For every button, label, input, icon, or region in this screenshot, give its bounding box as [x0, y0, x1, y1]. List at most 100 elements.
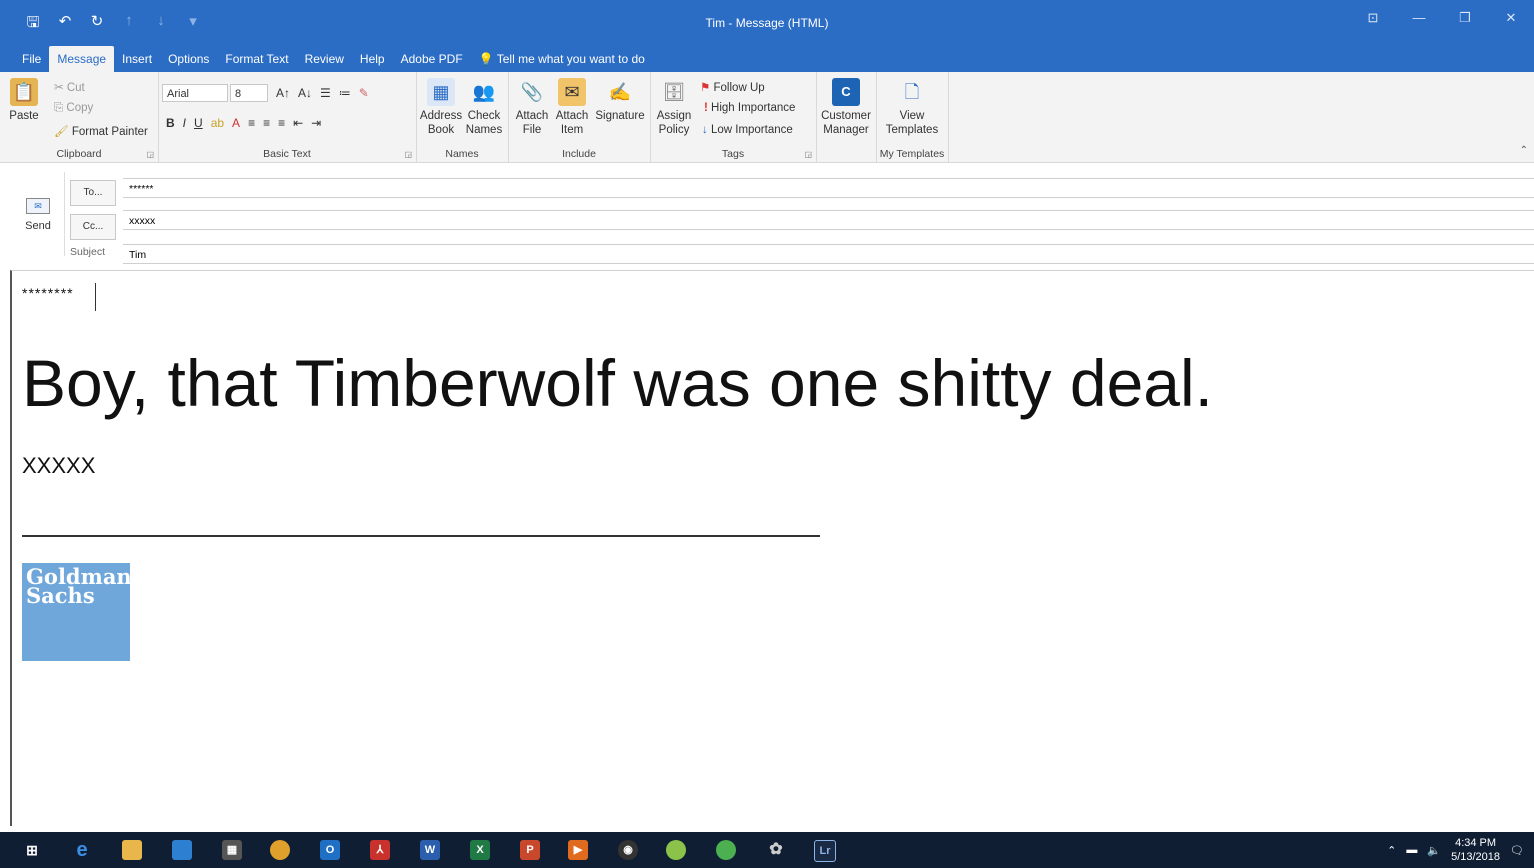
paste-label: Paste [9, 110, 39, 122]
green-app-icon[interactable] [666, 840, 686, 860]
check-names-button[interactable]: 👥 Check Names [464, 78, 504, 137]
to-field[interactable]: ****** [123, 178, 1534, 198]
send-button[interactable]: ✉ Send [12, 172, 65, 256]
clock[interactable]: 4:34 PM 5/13/2018 [1451, 836, 1500, 864]
clock-date: 5/13/2018 [1451, 851, 1501, 863]
media-player-icon[interactable]: ▶ [568, 840, 588, 860]
store-icon[interactable] [172, 840, 192, 860]
low-importance-button[interactable]: ↓ Low Importance [702, 124, 793, 136]
edge-browser-icon[interactable]: e [72, 840, 92, 860]
tab-options[interactable]: Options [160, 46, 217, 72]
cut-button[interactable]: ✂ Cut [54, 80, 85, 94]
group-include: 📎 Attach File ✉ Attach Item ✍ Signature … [508, 72, 651, 162]
green-circle-app-icon[interactable] [716, 840, 736, 860]
tab-adobe-pdf[interactable]: Adobe PDF [393, 46, 471, 72]
decrease-indent-icon[interactable]: ⇤ [293, 116, 303, 130]
send-envelope-icon: ✉ [26, 198, 50, 214]
customer-manager-label-1: Customer [821, 110, 871, 122]
acrobat-icon[interactable]: ⅄ [370, 840, 390, 860]
chrome-icon[interactable] [270, 840, 290, 860]
shrink-font-icon[interactable]: A↓ [298, 86, 312, 100]
basic-text-launcher-icon[interactable]: ◲ [404, 150, 412, 159]
cc-field[interactable]: xxxxx [123, 210, 1534, 230]
check-names-label-1: Check [467, 110, 501, 122]
font-color-icon[interactable]: A [232, 116, 240, 130]
view-templates-button[interactable]: 🗋 View Templates [882, 78, 942, 137]
highlight-icon[interactable]: ab [211, 116, 224, 130]
lightroom-icon[interactable]: Lr [814, 840, 836, 862]
volume-icon[interactable]: 🔈 [1427, 844, 1441, 857]
tab-insert[interactable]: Insert [114, 46, 160, 72]
calculator-icon[interactable]: ▦ [222, 840, 242, 860]
grow-font-icon[interactable]: A↑ [276, 86, 290, 100]
tab-review[interactable]: Review [297, 46, 352, 72]
excel-icon[interactable]: X [470, 840, 490, 860]
window-controls: ⊡ — ❐ ✕ [1350, 10, 1534, 26]
align-center-icon[interactable]: ≡ [263, 116, 270, 130]
clear-format-icon[interactable]: ✎ [359, 86, 369, 100]
signature-button[interactable]: ✍ Signature [592, 78, 648, 123]
word-icon[interactable]: W [420, 840, 440, 860]
font-size-box[interactable]: 8 [230, 84, 268, 102]
format-painter-button[interactable]: 🖌 Format Painter [54, 124, 148, 138]
paste-button[interactable]: 📋 Paste [8, 78, 40, 123]
signature-icon: ✍ [608, 82, 632, 102]
follow-up-button[interactable]: ⚑ Follow Up [700, 80, 765, 94]
bold-icon[interactable]: B [166, 116, 175, 130]
tray-expand-icon[interactable]: ⌃ [1387, 844, 1396, 857]
goldman-sachs-logo: Goldman Sachs [22, 563, 132, 661]
customer-manager-button[interactable]: C Customer Manager [818, 78, 874, 137]
outlook-icon[interactable]: O [320, 840, 340, 860]
subject-field[interactable]: Tim [123, 244, 1534, 264]
underline-icon[interactable]: U [194, 116, 203, 130]
file-explorer-icon[interactable] [122, 840, 142, 860]
copy-icon: ⎘ [54, 102, 64, 114]
font-name-box[interactable]: Arial [162, 84, 228, 102]
ribbon-display-icon[interactable]: ⊡ [1350, 10, 1396, 26]
message-body[interactable]: ******** Boy, that Timberwolf was one sh… [10, 270, 1534, 826]
play-circle-icon[interactable]: ◉ [618, 840, 638, 860]
attach-item-button[interactable]: ✉ Attach Item [552, 78, 592, 137]
notifications-icon[interactable]: 🗨 [1510, 844, 1524, 857]
clock-time: 4:34 PM [1455, 837, 1497, 849]
align-left-icon[interactable]: ≡ [248, 116, 255, 130]
network-icon[interactable]: ▬ [1406, 844, 1417, 856]
assign-policy-button[interactable]: 🗄 Assign Policy [652, 78, 696, 137]
tab-file[interactable]: File [14, 46, 49, 72]
tell-me-box[interactable]: 💡 Tell me what you want to do [471, 46, 653, 72]
address-book-button[interactable]: ▦ Address Book [418, 78, 464, 137]
bullets-icon[interactable]: ☰ [320, 86, 331, 100]
restore-icon[interactable]: ❐ [1442, 10, 1488, 26]
basic-text-group-label: Basic Text [263, 148, 311, 160]
tags-launcher-icon[interactable]: ◲ [804, 150, 812, 159]
tags-group-label: Tags [721, 148, 745, 160]
windows-start-icon[interactable]: ⊞ [22, 840, 42, 860]
powerpoint-icon[interactable]: P [520, 840, 540, 860]
tab-message[interactable]: Message [49, 46, 115, 72]
font-size-row: A↑ A↓ ☰ ≔ ✎ [276, 86, 369, 100]
high-importance-button[interactable]: ! High Importance [704, 102, 795, 114]
copy-button[interactable]: ⎘ Copy [54, 102, 93, 115]
attach-file-label-1: Attach [515, 110, 549, 122]
brain-app-icon[interactable]: ✿ [766, 840, 786, 860]
paperclip-icon: 📎 [520, 82, 544, 102]
send-label: Send [25, 220, 51, 232]
include-group-label: Include [562, 148, 596, 160]
system-tray: ⌃ ▬ 🔈 4:34 PM 5/13/2018 🗨 [1387, 836, 1524, 864]
italic-icon[interactable]: I [183, 116, 186, 130]
clipboard-launcher-icon[interactable]: ◲ [146, 150, 154, 159]
increase-indent-icon[interactable]: ⇥ [311, 116, 321, 130]
numbering-icon[interactable]: ≔ [339, 86, 351, 100]
low-importance-label: Low Importance [710, 124, 793, 136]
minimize-icon[interactable]: — [1396, 10, 1442, 26]
cc-button[interactable]: Cc... [70, 214, 116, 240]
to-button[interactable]: To... [70, 180, 116, 206]
align-right-icon[interactable]: ≡ [278, 116, 285, 130]
tab-format-text[interactable]: Format Text [217, 46, 296, 72]
tab-help[interactable]: Help [352, 46, 393, 72]
close-icon[interactable]: ✕ [1488, 10, 1534, 26]
check-names-label-2: Names [465, 124, 503, 136]
collapse-ribbon-icon[interactable]: ⌃ [1520, 145, 1528, 156]
group-names: ▦ Address Book 👥 Check Names Names [416, 72, 509, 162]
attach-file-button[interactable]: 📎 Attach File [512, 78, 552, 137]
